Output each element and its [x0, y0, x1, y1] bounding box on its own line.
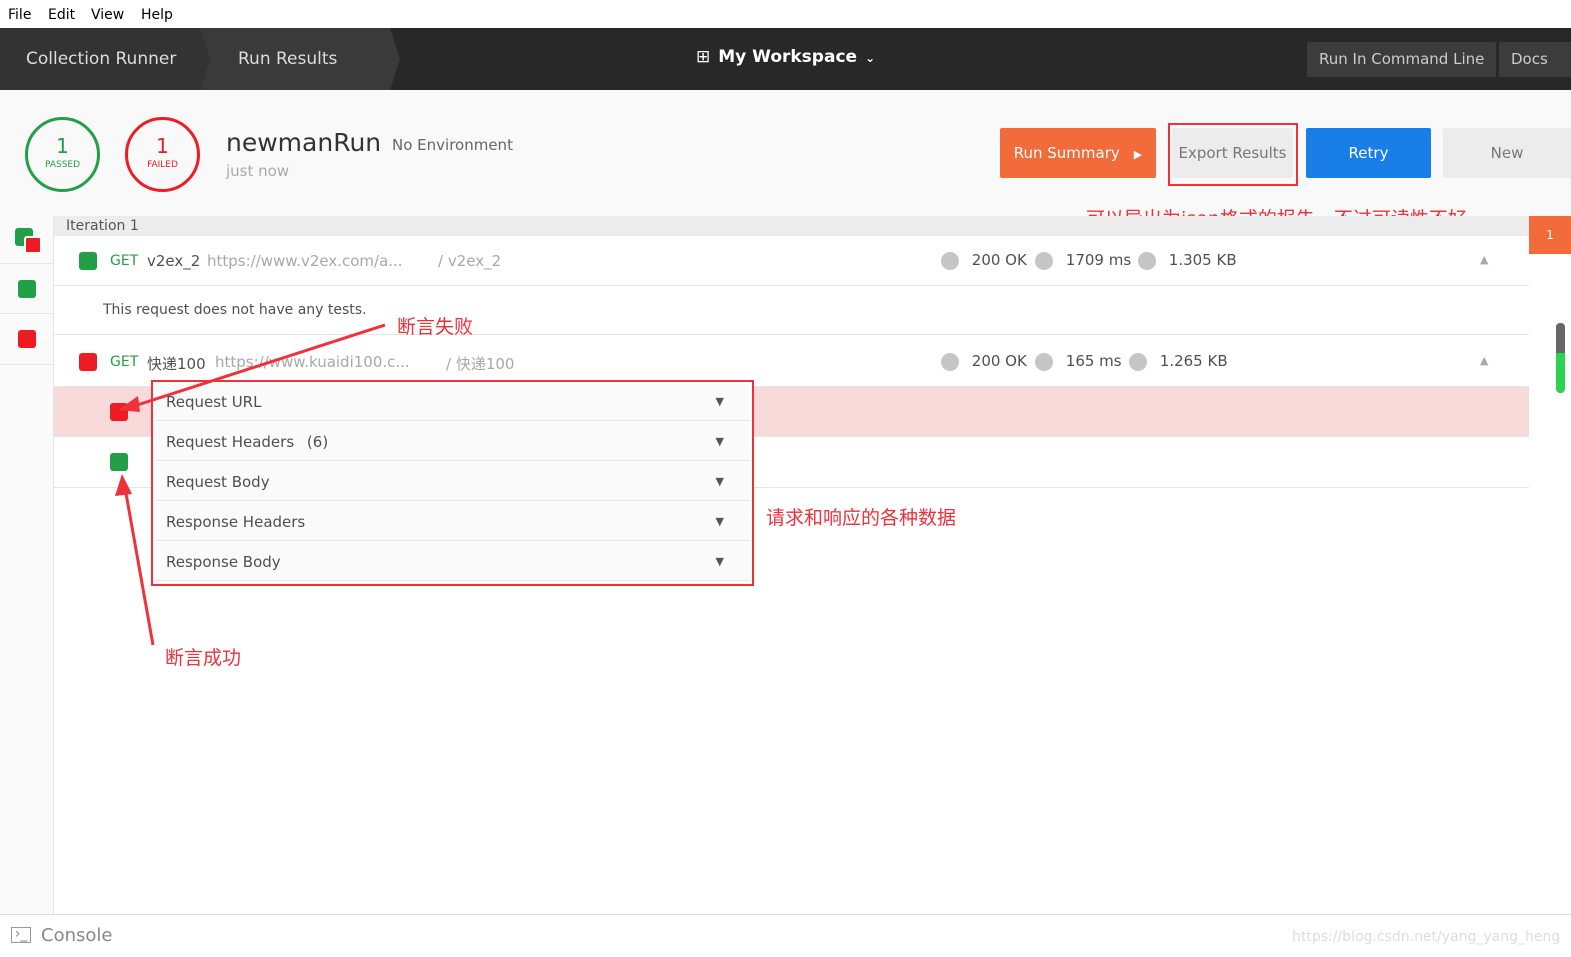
watermark: https://blog.csdn.net/yang_yang_heng	[1292, 929, 1561, 945]
arrow-success	[122, 481, 155, 646]
console-icon: ›_	[11, 927, 31, 943]
arrow-head-icon	[115, 474, 132, 496]
console-label: Console	[41, 925, 113, 946]
arrow-fail	[127, 323, 386, 410]
annotation-success: 断言成功	[165, 647, 242, 669]
annotation-arrows	[115, 323, 386, 646]
annotation-fail: 断言失败	[397, 316, 474, 338]
arrow-head-icon	[118, 396, 140, 412]
console-bar[interactable]: ›_ Console https://blog.csdn.net/yang_ya…	[0, 914, 1571, 957]
annotation-data: 请求和响应的各种数据	[766, 507, 957, 529]
